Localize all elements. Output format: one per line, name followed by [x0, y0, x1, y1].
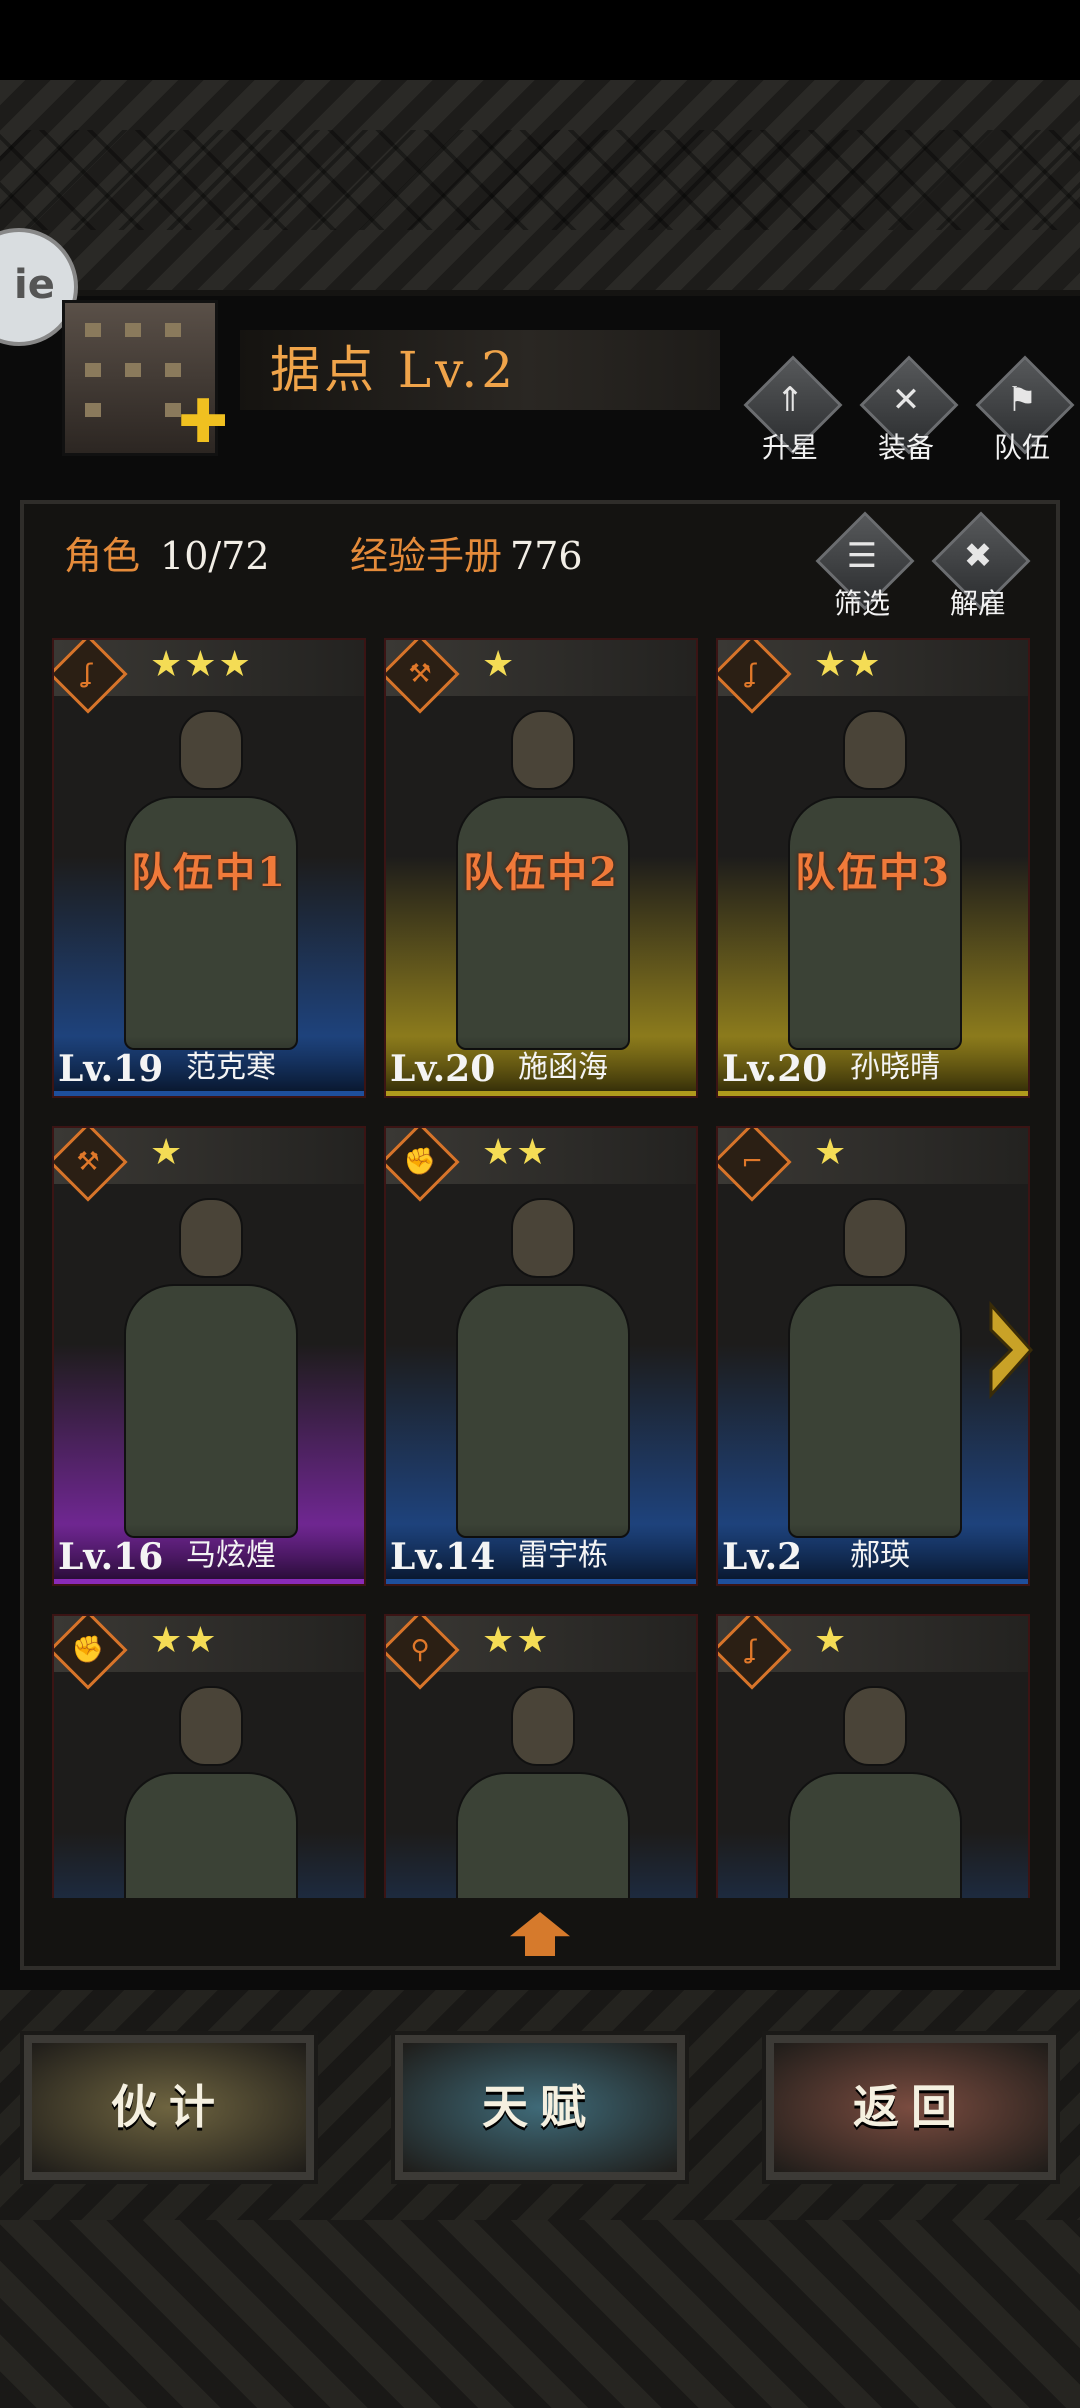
- character-count: 角色 10/72: [64, 525, 270, 580]
- character-card[interactable]: ⚒ ★ Lv.16 马炫煌: [52, 1126, 366, 1586]
- plus-icon[interactable]: ✚: [178, 392, 228, 452]
- star-rating: ★: [482, 644, 517, 685]
- character-name: 范克寒: [186, 1050, 276, 1085]
- character-level: Lv.20: [722, 1048, 828, 1090]
- team-button[interactable]: ⚑ 队伍: [972, 355, 1075, 464]
- character-card[interactable]: ʆ ★★★ 队伍中1 Lv.19 范克寒: [52, 638, 366, 1098]
- rarity-underline: [718, 1579, 1028, 1584]
- character-portrait: [778, 1686, 968, 1898]
- character-name: 施函海: [518, 1050, 608, 1085]
- character-name: 马炫煌: [186, 1538, 276, 1573]
- star-rating: ★★: [482, 1620, 551, 1661]
- character-portrait: [446, 1686, 636, 1898]
- exp-manual-label: 经验手册: [350, 534, 503, 578]
- status-bar: [0, 0, 1080, 80]
- equipment-tools-icon: ✕: [891, 380, 921, 420]
- in-team-tag: 队伍中2: [463, 849, 619, 896]
- character-level: Lv.2: [722, 1536, 803, 1578]
- character-card[interactable]: ⚲ ★★: [384, 1614, 698, 1898]
- filter-button[interactable]: ☰ 筛选: [812, 511, 915, 620]
- star-rating: ★★★: [150, 644, 253, 685]
- star-rating: ★★: [150, 1620, 219, 1661]
- rarity-underline: [54, 1091, 364, 1096]
- team-label: 队伍: [993, 431, 1050, 464]
- banner-pattern: [0, 130, 1080, 230]
- dismiss-button[interactable]: ✖ 解雇: [928, 511, 1031, 620]
- equipment-button[interactable]: ✕ 装备: [856, 355, 959, 464]
- character-card[interactable]: ʆ ★★ 队伍中3 Lv.20 孙晓晴: [716, 638, 1030, 1098]
- upgrade-star-label: 升星: [761, 431, 818, 464]
- rarity-underline: [718, 1091, 1028, 1096]
- dismiss-label: 解雇: [949, 587, 1006, 620]
- character-portrait: [114, 1686, 304, 1898]
- character-portrait: [778, 1198, 968, 1538]
- star-rating: ★: [814, 1620, 849, 1661]
- dismiss-icon: ✖: [963, 536, 993, 576]
- character-name: 雷宇栋: [518, 1538, 608, 1573]
- character-card[interactable]: ✊ ★★: [52, 1614, 366, 1898]
- character-level: Lv.19: [58, 1048, 164, 1090]
- upgrade-star-button[interactable]: ⇑ 升星: [740, 355, 843, 464]
- star-rating: ★: [150, 1132, 185, 1173]
- star-rating: ★★: [482, 1132, 551, 1173]
- character-card[interactable]: ⌐ ★ Lv.2 郝瑛: [716, 1126, 1030, 1586]
- character-card[interactable]: ✊ ★★ Lv.14 雷宇栋: [384, 1126, 698, 1586]
- character-card[interactable]: ʆ ★: [716, 1614, 1030, 1898]
- rarity-underline: [386, 1579, 696, 1584]
- character-card[interactable]: ⚒ ★ 队伍中2 Lv.20 施函海: [384, 638, 698, 1098]
- character-count-label: 角色: [64, 534, 141, 578]
- character-count-value: 10/72: [160, 534, 270, 578]
- in-team-tag: 队伍中1: [131, 849, 287, 896]
- team-icon: ⚑: [1006, 380, 1038, 420]
- exp-manual-count: 经验手册 776: [350, 525, 583, 580]
- character-name: 孙晓晴: [850, 1050, 940, 1085]
- partner-button[interactable]: 伙计: [20, 2031, 318, 2184]
- character-grid: ʆ ★★★ 队伍中1 Lv.19 范克寒 ⚒ ★ 队伍中2 Lv.20 施函海 ʆ ★★ 队伍中3 Lv.…: [52, 638, 1032, 1898]
- upgrade-star-icon: ⇑: [775, 380, 805, 420]
- character-name: 郝瑛: [850, 1538, 910, 1573]
- character-level: Lv.20: [390, 1048, 496, 1090]
- star-rating: ★★: [814, 644, 883, 685]
- filter-label: 筛选: [833, 587, 890, 620]
- character-portrait: [114, 1198, 304, 1538]
- talent-button[interactable]: 天赋: [391, 2031, 689, 2184]
- in-team-tag: 队伍中3: [795, 849, 951, 896]
- star-rating: ★: [814, 1132, 849, 1173]
- footer-pattern: [0, 2220, 1080, 2408]
- page-title: 据点 Lv.2: [270, 341, 518, 399]
- equipment-label: 装备: [877, 431, 934, 464]
- rarity-underline: [386, 1091, 696, 1096]
- exp-manual-value: 776: [510, 534, 583, 578]
- rarity-underline: [54, 1579, 364, 1584]
- side-menu-label: ie: [14, 262, 55, 308]
- character-portrait: [446, 1198, 636, 1538]
- character-level: Lv.14: [390, 1536, 496, 1578]
- back-button[interactable]: 返回: [762, 2031, 1060, 2184]
- next-page-arrow-icon[interactable]: [986, 1300, 1036, 1400]
- filter-icon: ☰: [846, 536, 878, 576]
- character-level: Lv.16: [58, 1536, 164, 1578]
